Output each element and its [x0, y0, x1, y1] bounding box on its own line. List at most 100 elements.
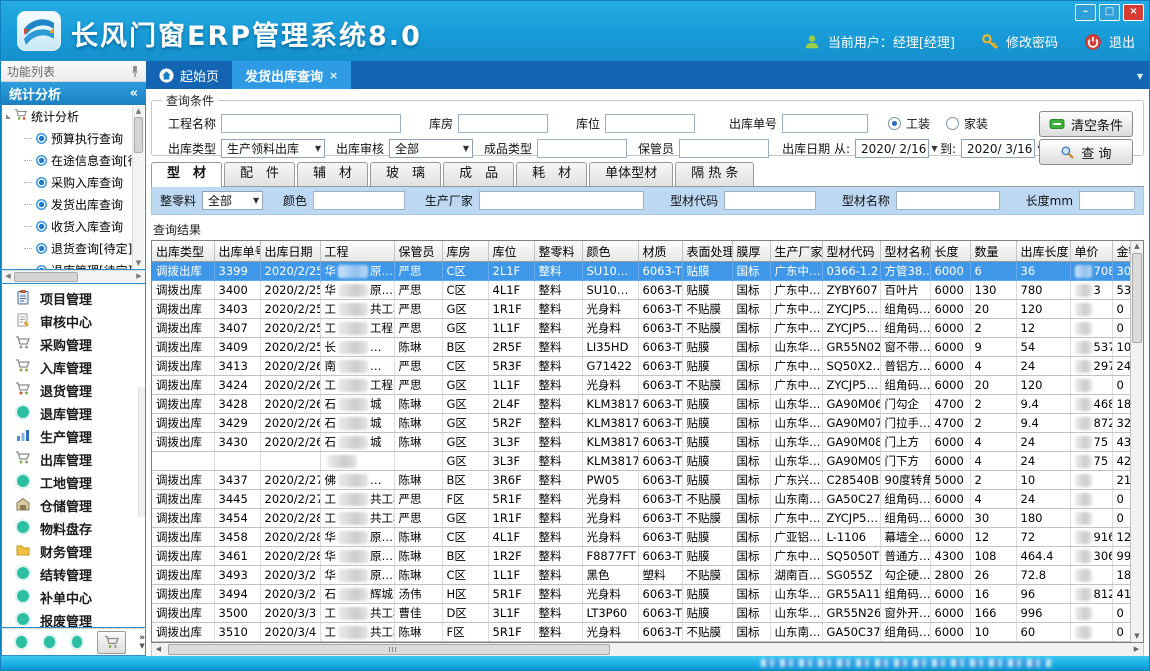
tree-horizontal-scrollbar[interactable]: ◀ ▶ [1, 270, 146, 284]
column-header-11[interactable]: 表面处理 [682, 241, 732, 262]
column-header-18[interactable]: 出库长度 [1016, 241, 1070, 262]
profile-name-input[interactable] [896, 191, 1000, 210]
module-dot-icon[interactable] [72, 636, 83, 648]
tree-hscroll-thumb[interactable] [14, 272, 78, 282]
material-tab-3[interactable]: 辅 材 [297, 162, 368, 186]
scroll-left-icon[interactable]: ◀ [3, 271, 13, 281]
project-name-input[interactable] [221, 114, 401, 133]
table-row[interactable]: G区3L3F整料KLM38176063-T5贴膜国标山东华…GA90M09…门下… [152, 452, 1131, 471]
change-password-link[interactable]: 修改密码 [1006, 32, 1058, 51]
sidebar-item-采购管理[interactable]: 采购管理 [2, 333, 145, 356]
table-row[interactable]: 调拨出库34612020/2/28华原…陈琳B区1R2F整料F8877FT606… [152, 547, 1131, 566]
material-tab-7[interactable]: 单体型材 [589, 162, 673, 186]
table-row[interactable]: 调拨出库34452020/2/27工共工程严思F区5R1F整料光身料6063-T… [152, 490, 1131, 509]
scroll-up-icon[interactable]: ▲ [133, 106, 144, 116]
clear-conditions-button[interactable]: 清空条件 [1039, 111, 1133, 137]
table-row[interactable]: 调拨出库34302020/2/26石城陈琳G区3L3F整料KLM38176063… [152, 433, 1131, 452]
column-header-6[interactable]: 库房 [442, 241, 488, 262]
table-row[interactable]: 调拨出库34932020/3/2华原…陈琳C区1L1F整料黑色塑料不贴膜国标湖南… [152, 566, 1131, 585]
column-header-13[interactable]: 生产厂家 [770, 241, 822, 262]
order-no-input[interactable] [782, 114, 868, 133]
column-header-2[interactable]: 出库单号 [214, 241, 260, 262]
location-input[interactable] [605, 114, 695, 133]
sidebar-item-报废管理[interactable]: 报废管理 [2, 609, 145, 628]
tree-scroll-thumb[interactable] [134, 117, 143, 153]
grid-scroll-up-icon[interactable]: ▲ [1131, 241, 1143, 252]
sidebar-item-出库管理[interactable]: 出库管理 [2, 448, 145, 471]
date-to-picker[interactable]: 2020/ 3/16▼ [961, 139, 1035, 158]
table-row[interactable]: 调拨出库34072020/2/25工工程严思G区1L1F整料光身料6063-T5… [152, 319, 1131, 338]
column-header-8[interactable]: 整零料 [534, 241, 582, 262]
sidebar-item-入库管理[interactable]: 入库管理 [2, 356, 145, 379]
sidebar-item-补单中心[interactable]: 补单中心 [2, 586, 145, 609]
table-row[interactable]: 调拨出库34542020/2/28工共工程严思G区1R1F整料光身料6063-T… [152, 509, 1131, 528]
grid-scroll-right-icon[interactable]: ▶ [1131, 644, 1142, 654]
material-tab-1[interactable]: 型 材 [151, 162, 222, 187]
sidebar-item-审核中心[interactable]: 审核中心 [2, 310, 145, 333]
maximize-button[interactable]: □ [1099, 4, 1120, 21]
scroll-down-icon[interactable]: ▼ [133, 258, 144, 268]
scroll-right-icon[interactable]: ▶ [134, 271, 144, 281]
column-header-3[interactable]: 出库日期 [260, 241, 320, 262]
group-header-statistics[interactable]: 统计分析 « [1, 82, 146, 105]
sidebar-item-财务管理[interactable]: 财务管理 [2, 540, 145, 563]
length-input[interactable] [1079, 191, 1135, 210]
table-row[interactable]: 调拨出库34032020/2/25工共工程严思G区1R1F整料光身料6063-T… [152, 300, 1131, 319]
whole-part-select[interactable]: 全部▼ [202, 191, 263, 210]
tree-item[interactable]: 退库管理[待定] [2, 259, 145, 270]
grid-scroll-left-icon[interactable]: ◀ [153, 644, 164, 654]
sidebar-item-生产管理[interactable]: 生产管理 [2, 425, 145, 448]
maker-input[interactable] [479, 191, 644, 210]
grid-scroll-down-icon[interactable]: ▼ [1131, 631, 1143, 642]
minimize-button[interactable]: – [1075, 4, 1096, 21]
material-tab-4[interactable]: 玻 璃 [370, 162, 441, 186]
column-header-10[interactable]: 材质 [638, 241, 682, 262]
table-row[interactable]: 调拨出库34242020/2/26工工程严思G区1L1F整料光身料6063-T5… [152, 376, 1131, 395]
tree-vertical-scrollbar[interactable]: ▲ ▼ [132, 106, 144, 268]
grid-horizontal-scrollbar[interactable]: ◀ ▶ [151, 643, 1144, 657]
close-button[interactable]: × [1123, 4, 1144, 21]
module-scrollbar[interactable] [138, 387, 145, 517]
table-row[interactable]: 调拨出库34292020/2/26石城陈琳G区5R2F整料KLM38176063… [152, 414, 1131, 433]
table-row[interactable]: 调拨出库34002020/2/25华原…严思C区4L1F整料SU10…6063-… [152, 281, 1131, 300]
radio-jiazhuang[interactable] [946, 117, 959, 130]
warehouse-input[interactable] [458, 114, 548, 133]
material-tab-5[interactable]: 成 品 [443, 162, 514, 186]
table-row[interactable]: 调拨出库34282020/2/26石城陈琳G区2L4F整料KLM38176063… [152, 395, 1131, 414]
grid-vscroll-thumb[interactable] [1132, 253, 1142, 343]
logout-link[interactable]: 退出 [1109, 32, 1135, 51]
tree-item[interactable]: 在途信息查询[待 [2, 149, 145, 171]
table-row[interactable]: 调拨出库35002020/3/3工共工程曹佳D区3L1F整料LT3P606063… [152, 604, 1131, 623]
search-button[interactable]: 查 询 [1039, 139, 1133, 165]
column-header-5[interactable]: 保管员 [394, 241, 442, 262]
sidebar-item-物料盘存[interactable]: 物料盘存 [2, 517, 145, 540]
sidebar-item-工地管理[interactable]: 工地管理 [2, 471, 145, 494]
tab-home[interactable]: 起始页 [146, 61, 232, 89]
table-row[interactable]: 调拨出库34092020/2/25长…陈琳B区2R5F整料LI35HD6063-… [152, 338, 1131, 357]
column-header-1[interactable]: 出库类型 [152, 241, 214, 262]
material-tab-8[interactable]: 隔 热 条 [675, 162, 754, 186]
tab-shipment-query[interactable]: 发货出库查询 × [232, 61, 351, 89]
tree-item[interactable]: 发货出库查询 [2, 193, 145, 215]
module-cart-button[interactable] [97, 631, 126, 654]
table-row[interactable]: 调拨出库34582020/2/28华原…陈琳C区4L1F整料光身料6063-T5… [152, 528, 1131, 547]
column-header-15[interactable]: 型材名称 [880, 241, 930, 262]
pin-icon[interactable] [130, 65, 140, 78]
tab-close-icon[interactable]: × [329, 69, 338, 82]
sidebar-more-button[interactable]: » ▼ [139, 634, 145, 650]
column-header-14[interactable]: 型材代码 [822, 241, 880, 262]
profile-code-input[interactable] [724, 191, 816, 210]
radio-gongzhuang[interactable] [888, 117, 901, 130]
table-row[interactable]: 调拨出库34942020/3/2石辉城汤伟H区5R1F整料光身料6063-T5贴… [152, 585, 1131, 604]
keeper-input[interactable] [679, 139, 769, 158]
module-dot-icon[interactable] [44, 636, 55, 648]
grid-hscroll-thumb[interactable] [168, 644, 610, 655]
audit-select[interactable]: 全部▼ [389, 139, 473, 158]
sidebar-item-仓储管理[interactable]: 仓储管理 [2, 494, 145, 517]
sidebar-item-结转管理[interactable]: 结转管理 [2, 563, 145, 586]
tree-item[interactable]: 预算执行查询 [2, 127, 145, 149]
column-header-4[interactable]: 工程 [320, 241, 394, 262]
tree-item[interactable]: 采购入库查询 [2, 171, 145, 193]
color-input[interactable] [313, 191, 405, 210]
column-header-20[interactable]: 金额 [1112, 241, 1131, 262]
